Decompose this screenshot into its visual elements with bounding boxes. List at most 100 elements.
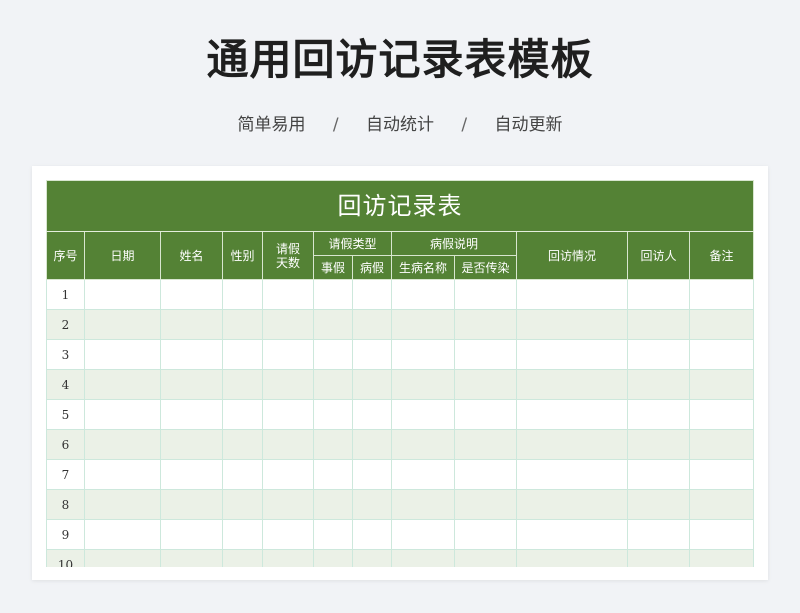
table-cell[interactable]: [222, 339, 263, 370]
table-cell[interactable]: [391, 369, 455, 400]
table-cell[interactable]: [222, 459, 263, 490]
table-cell[interactable]: [689, 459, 754, 490]
table-cell[interactable]: [160, 429, 223, 460]
table-cell[interactable]: [627, 309, 690, 340]
table-cell[interactable]: [391, 459, 455, 490]
table-cell[interactable]: [627, 369, 690, 400]
table-cell[interactable]: [689, 549, 754, 567]
table-cell[interactable]: [160, 309, 223, 340]
table-cell[interactable]: [222, 489, 263, 520]
table-cell[interactable]: [160, 369, 223, 400]
table-cell[interactable]: [84, 459, 161, 490]
table-cell[interactable]: [454, 489, 517, 520]
table-cell[interactable]: [689, 489, 754, 520]
table-cell[interactable]: [313, 519, 353, 550]
table-cell[interactable]: [222, 429, 263, 460]
table-cell[interactable]: [313, 399, 353, 430]
table-cell[interactable]: [516, 369, 628, 400]
table-cell[interactable]: [313, 339, 353, 370]
table-cell[interactable]: [391, 399, 455, 430]
table-cell[interactable]: [222, 369, 263, 400]
table-cell[interactable]: [84, 309, 161, 340]
table-cell[interactable]: [454, 549, 517, 567]
table-cell[interactable]: [84, 519, 161, 550]
table-cell[interactable]: [627, 489, 690, 520]
table-cell[interactable]: [222, 309, 263, 340]
table-cell[interactable]: [689, 339, 754, 370]
table-cell[interactable]: [262, 399, 314, 430]
table-cell[interactable]: [454, 339, 517, 370]
table-cell[interactable]: [313, 369, 353, 400]
table-cell[interactable]: [454, 369, 517, 400]
table-cell[interactable]: [222, 279, 263, 310]
table-cell[interactable]: [689, 309, 754, 340]
table-cell[interactable]: [352, 519, 392, 550]
table-cell[interactable]: [516, 309, 628, 340]
table-cell[interactable]: [84, 339, 161, 370]
table-cell[interactable]: [689, 399, 754, 430]
table-cell[interactable]: [627, 429, 690, 460]
table-cell[interactable]: [313, 429, 353, 460]
table-cell[interactable]: [262, 459, 314, 490]
table-cell[interactable]: [352, 549, 392, 567]
table-cell[interactable]: [689, 519, 754, 550]
table-cell[interactable]: [454, 279, 517, 310]
table-cell[interactable]: [391, 309, 455, 340]
table-cell[interactable]: [516, 489, 628, 520]
table-cell[interactable]: [222, 399, 263, 430]
table-cell[interactable]: [313, 459, 353, 490]
table-cell[interactable]: [627, 459, 690, 490]
table-cell[interactable]: [352, 489, 392, 520]
table-cell[interactable]: [627, 279, 690, 310]
table-cell[interactable]: [84, 429, 161, 460]
table-cell[interactable]: [313, 489, 353, 520]
table-cell[interactable]: [627, 399, 690, 430]
table-cell[interactable]: [160, 339, 223, 370]
table-cell[interactable]: [391, 489, 455, 520]
table-cell[interactable]: [516, 459, 628, 490]
table-cell[interactable]: [262, 339, 314, 370]
table-cell[interactable]: [222, 549, 263, 567]
table-cell[interactable]: [454, 459, 517, 490]
table-cell[interactable]: [391, 519, 455, 550]
table-cell[interactable]: [222, 519, 263, 550]
table-cell[interactable]: [84, 549, 161, 567]
table-cell[interactable]: [160, 519, 223, 550]
table-cell[interactable]: [454, 399, 517, 430]
table-cell[interactable]: [391, 549, 455, 567]
table-cell[interactable]: [262, 369, 314, 400]
table-cell[interactable]: [516, 429, 628, 460]
table-cell[interactable]: [627, 519, 690, 550]
table-cell[interactable]: [160, 279, 223, 310]
table-cell[interactable]: [262, 429, 314, 460]
table-cell[interactable]: [160, 549, 223, 567]
table-cell[interactable]: [516, 399, 628, 430]
table-cell[interactable]: [352, 459, 392, 490]
table-cell[interactable]: [627, 339, 690, 370]
table-cell[interactable]: [516, 339, 628, 370]
table-cell[interactable]: [262, 549, 314, 567]
table-cell[interactable]: [352, 309, 392, 340]
table-cell[interactable]: [84, 369, 161, 400]
table-cell[interactable]: [160, 399, 223, 430]
table-cell[interactable]: [84, 489, 161, 520]
table-cell[interactable]: [262, 279, 314, 310]
table-cell[interactable]: [352, 429, 392, 460]
table-cell[interactable]: [262, 489, 314, 520]
table-cell[interactable]: [160, 489, 223, 520]
table-cell[interactable]: [352, 339, 392, 370]
table-cell[interactable]: [391, 339, 455, 370]
table-cell[interactable]: [454, 309, 517, 340]
table-cell[interactable]: [454, 429, 517, 460]
table-cell[interactable]: [391, 279, 455, 310]
table-cell[interactable]: [689, 369, 754, 400]
table-cell[interactable]: [627, 549, 690, 567]
table-cell[interactable]: [84, 279, 161, 310]
table-cell[interactable]: [262, 309, 314, 340]
table-cell[interactable]: [352, 399, 392, 430]
table-cell[interactable]: [689, 279, 754, 310]
table-cell[interactable]: [454, 519, 517, 550]
table-cell[interactable]: [313, 279, 353, 310]
table-cell[interactable]: [262, 519, 314, 550]
table-cell[interactable]: [352, 279, 392, 310]
